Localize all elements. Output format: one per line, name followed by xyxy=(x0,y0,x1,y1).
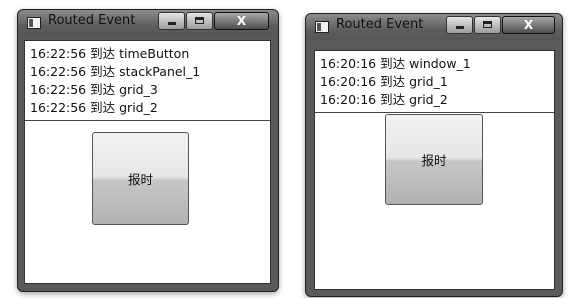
report-time-button-label: 报时 xyxy=(127,172,153,187)
event-list[interactable]: 16:20:16 到达 window_1 16:20:16 到达 grid_1 … xyxy=(315,51,554,113)
list-item[interactable]: 16:22:56 到达 grid_2 xyxy=(25,99,270,117)
list-item[interactable]: 16:22:56 到达 stackPanel_1 xyxy=(25,63,270,81)
event-time: 16:22:56 xyxy=(30,46,87,61)
app-icon[interactable] xyxy=(27,17,41,29)
event-source: stackPanel_1 xyxy=(119,64,201,79)
close-icon: X xyxy=(523,18,534,32)
close-button[interactable]: X xyxy=(214,12,269,30)
close-button[interactable]: X xyxy=(502,16,555,34)
list-item[interactable]: 16:20:16 到达 grid_2 xyxy=(315,91,554,109)
event-time: 16:22:56 xyxy=(30,100,87,115)
maximize-button[interactable] xyxy=(186,12,213,30)
event-source: grid_2 xyxy=(409,92,448,107)
event-verb: 到达 xyxy=(90,82,116,97)
event-source: window_1 xyxy=(409,56,471,71)
report-time-button[interactable]: 报时 xyxy=(385,114,483,205)
event-verb: 到达 xyxy=(380,74,406,89)
minimize-button[interactable] xyxy=(158,12,185,30)
event-verb: 到达 xyxy=(90,64,116,79)
report-time-button[interactable]: 报时 xyxy=(92,132,189,225)
list-item[interactable]: 16:22:56 到达 timeButton xyxy=(25,45,270,63)
title-bar[interactable]: Routed Event X xyxy=(306,14,562,40)
maximize-button[interactable] xyxy=(474,16,501,34)
list-item[interactable]: 16:22:56 到达 grid_3 xyxy=(25,81,270,99)
close-icon: X xyxy=(236,14,247,28)
event-source: timeButton xyxy=(119,46,190,61)
event-list[interactable]: 16:22:56 到达 timeButton 16:22:56 到达 stack… xyxy=(25,41,270,121)
list-item[interactable]: 16:20:16 到达 window_1 xyxy=(315,55,554,73)
window-title: Routed Event xyxy=(48,13,136,28)
window-title: Routed Event xyxy=(336,17,424,32)
routed-event-window-right: Routed Event X 16:20:16 到达 window_1 16:2… xyxy=(305,13,563,297)
client-area: 16:20:16 到达 window_1 16:20:16 到达 grid_1 … xyxy=(314,50,555,290)
event-time: 16:20:16 xyxy=(320,92,377,107)
title-bar[interactable]: Routed Event X xyxy=(18,10,278,36)
event-time: 16:22:56 xyxy=(30,64,87,79)
event-source: grid_2 xyxy=(119,100,158,115)
event-time: 16:20:16 xyxy=(320,56,377,71)
event-time: 16:20:16 xyxy=(320,74,377,89)
event-verb: 到达 xyxy=(380,92,406,107)
minimize-button[interactable] xyxy=(446,16,473,34)
minimize-icon xyxy=(455,26,464,29)
list-item[interactable]: 16:20:16 到达 grid_1 xyxy=(315,73,554,91)
event-source: grid_1 xyxy=(409,74,448,89)
event-verb: 到达 xyxy=(90,46,116,61)
report-time-button-label: 报时 xyxy=(421,153,447,168)
maximize-icon xyxy=(482,21,492,28)
client-area: 16:22:56 到达 timeButton 16:22:56 到达 stack… xyxy=(24,40,271,284)
event-source: grid_3 xyxy=(119,82,158,97)
app-icon[interactable] xyxy=(315,21,329,33)
event-time: 16:22:56 xyxy=(30,82,87,97)
minimize-icon xyxy=(167,22,176,25)
routed-event-window-left: Routed Event X 16:22:56 到达 timeButton 16… xyxy=(17,9,279,292)
event-verb: 到达 xyxy=(90,100,116,115)
event-verb: 到达 xyxy=(380,56,406,71)
maximize-icon xyxy=(194,17,204,24)
